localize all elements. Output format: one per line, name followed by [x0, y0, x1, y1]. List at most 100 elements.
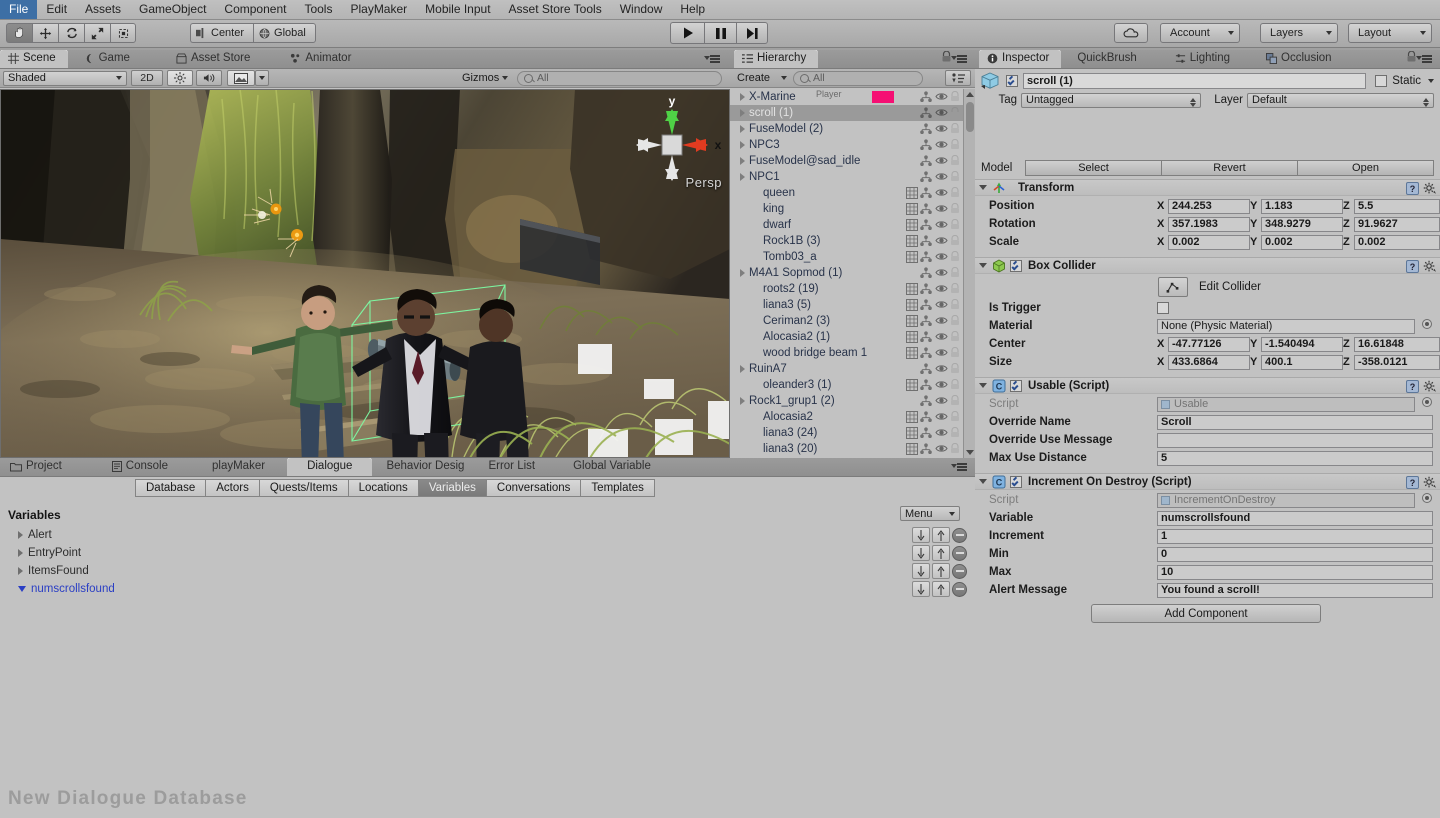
component-header[interactable]: C Increment On Destroy (Script)?: [975, 473, 1440, 490]
visibility-toggle[interactable]: [935, 395, 948, 407]
dialogue-subtab[interactable]: Quests/Items: [258, 479, 348, 497]
visibility-toggle[interactable]: [935, 123, 948, 135]
menu-item-asset-store-tools[interactable]: Asset Store Tools: [500, 0, 611, 19]
expand-arrow-icon[interactable]: [740, 125, 745, 133]
pick-lock-toggle[interactable]: [950, 426, 962, 439]
object-field[interactable]: None (Physic Material): [1157, 318, 1415, 334]
mesh-grid-icon-wrap[interactable]: [906, 251, 918, 263]
variable-row[interactable]: ItemsFound: [0, 562, 960, 580]
hierarchy-item[interactable]: Alocasia2 (1): [730, 329, 963, 345]
tag-dropdown[interactable]: Untagged: [1021, 92, 1201, 108]
hierarchy-item[interactable]: X-Marine Player: [730, 89, 963, 105]
text-field[interactable]: [1157, 432, 1433, 448]
component-enabled-checkbox[interactable]: [1010, 475, 1022, 488]
pick-lock-toggle[interactable]: [950, 138, 962, 151]
delete-variable-button[interactable]: [952, 527, 967, 543]
visibility-toggle[interactable]: [935, 411, 948, 423]
move-up-button[interactable]: [932, 563, 950, 579]
help-icon[interactable]: ?: [1406, 476, 1419, 489]
hierarchy-item[interactable]: M4A1 Sopmod (1): [730, 265, 963, 281]
gear-icon[interactable]: [1423, 476, 1436, 489]
visibility-toggle[interactable]: [935, 267, 948, 279]
prefab-icon-wrap[interactable]: [920, 171, 932, 183]
hierarchy-item[interactable]: Tomb03_a: [730, 249, 963, 265]
prefab-icon-wrap[interactable]: [920, 315, 932, 327]
static-checkbox[interactable]: [1375, 75, 1388, 87]
tab-dialogue[interactable]: Dialogue: [287, 458, 373, 476]
pick-lock-toggle[interactable]: [950, 122, 962, 135]
tab-playmaker[interactable]: playMaker: [204, 458, 277, 476]
hierarchy-item[interactable]: RuinA7: [730, 361, 963, 377]
mesh-grid-icon-wrap[interactable]: [906, 443, 918, 455]
gear-icon[interactable]: [1423, 182, 1436, 195]
hierarchy-item[interactable]: liana3 (20): [730, 441, 963, 457]
visibility-toggle[interactable]: [935, 315, 948, 327]
prefab-icon-wrap[interactable]: [920, 411, 932, 423]
camera-mode-label[interactable]: Persp: [686, 175, 722, 190]
variables-menu-dropdown[interactable]: Menu: [900, 506, 960, 521]
prefab-icon-wrap[interactable]: [920, 299, 932, 311]
dialogue-subtab[interactable]: Locations: [347, 479, 418, 497]
prefab-icon-wrap[interactable]: [920, 123, 932, 135]
hierarchy-item[interactable]: wood bridge beam 1: [730, 345, 963, 361]
visibility-toggle[interactable]: [935, 155, 948, 167]
prefab-icon-wrap[interactable]: [920, 443, 932, 455]
hierarchy-item[interactable]: Ceriman2 (3): [730, 313, 963, 329]
model-revert-button[interactable]: Revert: [1162, 160, 1298, 176]
pick-lock-toggle[interactable]: [950, 442, 962, 455]
tab-quickbrush[interactable]: QuickBrush: [1069, 50, 1148, 68]
vector-field-z[interactable]: 16.61848: [1354, 336, 1440, 352]
move-down-button[interactable]: [912, 527, 930, 543]
text-field[interactable]: 0: [1157, 546, 1433, 562]
object-picker-icon[interactable]: [1422, 397, 1432, 407]
tab-scene[interactable]: Scene: [0, 50, 68, 68]
pick-lock-toggle[interactable]: [950, 394, 962, 407]
mesh-grid-icon-wrap[interactable]: [906, 347, 918, 359]
vector-field-z[interactable]: 0.002: [1354, 234, 1440, 250]
prefab-icon-wrap[interactable]: [920, 427, 932, 439]
variable-row[interactable]: EntryPoint: [0, 544, 960, 562]
tab-global-variable[interactable]: Global Variable: [565, 458, 663, 476]
prefab-icon-wrap[interactable]: [920, 267, 932, 279]
prefab-icon-wrap[interactable]: [920, 219, 932, 231]
scene-viewport[interactable]: y x Persp: [0, 89, 730, 458]
cloud-button[interactable]: [1114, 23, 1148, 43]
pick-lock-toggle[interactable]: [950, 154, 962, 167]
hierarchy-item[interactable]: FuseModel (2): [730, 121, 963, 137]
visibility-toggle[interactable]: [935, 347, 948, 359]
inspector-options-menu[interactable]: [1416, 54, 1434, 64]
chevron-down-icon[interactable]: [1428, 79, 1434, 83]
pick-lock-toggle[interactable]: [950, 202, 962, 215]
text-field[interactable]: Scroll: [1157, 414, 1433, 430]
hierarchy-options-menu[interactable]: [951, 54, 969, 64]
dialogue-subtab[interactable]: Actors: [205, 479, 259, 497]
mesh-grid-icon-wrap[interactable]: [906, 315, 918, 327]
vector-field-y[interactable]: 0.002: [1261, 234, 1343, 250]
text-field[interactable]: 1: [1157, 528, 1433, 544]
hierarchy-item[interactable]: liana3 (24): [730, 425, 963, 441]
move-down-button[interactable]: [912, 563, 930, 579]
gear-icon[interactable]: [1423, 380, 1436, 393]
tab-hierarchy[interactable]: Hierarchy: [734, 50, 819, 68]
pivot-mode-button[interactable]: Center: [190, 23, 254, 43]
pick-lock-toggle[interactable]: [950, 266, 962, 279]
hierarchy-list[interactable]: X-Marine Player scroll (1) FuseModel (2) NPC…: [730, 89, 963, 458]
mesh-grid-icon-wrap[interactable]: [906, 427, 918, 439]
scene-lighting-toggle[interactable]: [167, 70, 193, 86]
visibility-toggle[interactable]: [935, 91, 948, 103]
visibility-toggle[interactable]: [935, 139, 948, 151]
dialogue-subtab[interactable]: Variables: [417, 479, 486, 497]
hierarchy-sort-button[interactable]: [945, 70, 971, 86]
move-up-button[interactable]: [932, 545, 950, 561]
vector-field-x[interactable]: 244.253: [1168, 198, 1250, 214]
hand-tool-button[interactable]: [6, 23, 32, 43]
component-header[interactable]: C Usable (Script)?: [975, 377, 1440, 394]
tab-inspector[interactable]: Inspector: [979, 50, 1062, 68]
pick-lock-toggle[interactable]: [950, 346, 962, 359]
vector-field-y[interactable]: 1.183: [1261, 198, 1343, 214]
layers-button[interactable]: Layers: [1260, 23, 1338, 43]
dialogue-options-menu[interactable]: [951, 462, 969, 472]
prefab-icon-wrap[interactable]: [920, 331, 932, 343]
scene-search-input[interactable]: All: [517, 70, 722, 86]
hierarchy-item[interactable]: NPC1: [730, 169, 963, 185]
